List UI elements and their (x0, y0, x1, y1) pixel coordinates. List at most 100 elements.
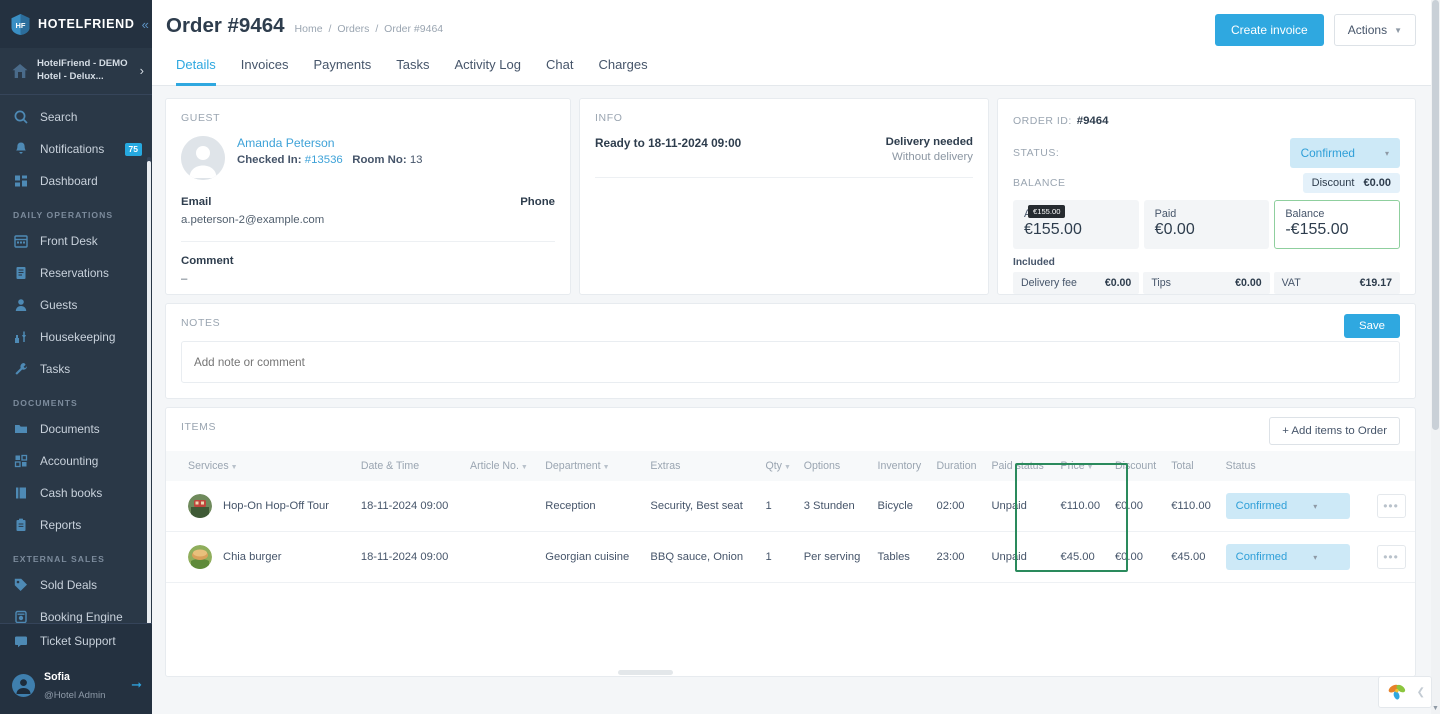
breadcrumb-current: Order #9464 (384, 23, 444, 35)
guest-phone-col: Phone (368, 196, 555, 226)
col-label: Duration (936, 460, 977, 472)
tag-icon (13, 577, 29, 593)
sidebar-item-sold-deals[interactable]: Sold Deals (0, 569, 152, 601)
col-article-no[interactable]: Article No. ▼ (466, 451, 542, 481)
widget-flower-icon (1388, 684, 1406, 700)
top-actions: Create invoice Actions ▼ (1215, 14, 1416, 46)
hotel-selector[interactable]: HotelFriend - DEMO Hotel - Delux... › (0, 48, 152, 95)
cell-menu: ••• (1372, 531, 1415, 583)
service-thumbnail-icon (188, 545, 212, 569)
page-scrollbar[interactable]: ▼ (1431, 0, 1440, 714)
tab-chat[interactable]: Chat (546, 57, 573, 86)
balance-box-value: -€155.00 (1285, 221, 1349, 238)
breadcrumb-orders[interactable]: Orders (337, 23, 369, 35)
sidebar-item-label: Booking Engine (40, 610, 123, 623)
sidebar-item-label: Ticket Support (40, 634, 116, 648)
tab-payments[interactable]: Payments (313, 57, 371, 86)
table-row: Chia burger 18-11-2024 09:00 Georgian cu… (166, 531, 1415, 583)
sidebar-item-dashboard[interactable]: Dashboard (0, 165, 152, 197)
scroll-down-arrow-icon[interactable]: ▼ (1431, 703, 1440, 714)
sidebar-item-label: Reports (40, 518, 82, 532)
items-card: ITEMS + Add items to Order Services ▼ Dat… (165, 407, 1416, 677)
row-status-value: Confirmed (1235, 551, 1288, 563)
col-services[interactable]: Services ▼ (166, 451, 357, 481)
info-divider (595, 177, 973, 178)
tab-details[interactable]: Details (176, 57, 216, 86)
sidebar-item-notifications[interactable]: Notifications 75 (0, 133, 152, 165)
included-label-text: Delivery fee (1021, 277, 1077, 289)
sidebar-item-guests[interactable]: Guests (0, 289, 152, 321)
items-horizontal-scrollbar[interactable] (618, 670, 673, 675)
row-menu-button[interactable]: ••• (1376, 494, 1406, 518)
widget-collapse-icon[interactable]: ❮ (1417, 687, 1431, 698)
sort-caret-icon: ▼ (602, 464, 610, 471)
col-extras: Extras (646, 451, 762, 481)
sidebar-scrollbar-thumb[interactable] (147, 161, 151, 623)
sidebar-item-housekeeping[interactable]: Housekeeping (0, 321, 152, 353)
page-scrollbar-thumb[interactable] (1432, 0, 1439, 430)
breadcrumb-home[interactable]: Home (295, 23, 323, 35)
sidebar-user[interactable]: Sofia @Hotel Admin ➞ (0, 658, 152, 714)
tab-charges[interactable]: Charges (598, 57, 647, 86)
support-widget[interactable]: ❮ (1378, 676, 1432, 708)
sidebar-item-front-desk[interactable]: Front Desk (0, 225, 152, 257)
order-status-value: Confirmed (1300, 146, 1355, 160)
note-input[interactable] (181, 341, 1400, 383)
sidebar-item-ticket-support[interactable]: Ticket Support (0, 624, 152, 658)
col-status: Status (1221, 451, 1373, 481)
sidebar-item-label: Reservations (40, 266, 109, 280)
home-icon (11, 62, 29, 80)
included-label-text: Tips (1151, 277, 1171, 289)
sidebar-item-label: Cash books (40, 486, 103, 500)
sort-caret-icon: ▼ (1086, 464, 1094, 471)
discount-pill[interactable]: Discount €0.00 (1302, 172, 1400, 193)
sidebar-item-cash-books[interactable]: Cash books (0, 477, 152, 509)
col-qty[interactable]: Qty ▼ (761, 451, 800, 481)
tab-tasks[interactable]: Tasks (396, 57, 429, 86)
guest-divider (181, 241, 555, 242)
row-status-dropdown[interactable]: Confirmed ▾ (1225, 544, 1350, 570)
sidebar-nav: Search Notifications 75 Dashboard DAILY … (0, 95, 152, 623)
tab-activity-log[interactable]: Activity Log (455, 57, 521, 86)
notifications-badge: 75 (124, 142, 142, 156)
included-label: Included (1013, 257, 1055, 268)
col-discount: Discount (1110, 451, 1168, 481)
sidebar-item-reservations[interactable]: Reservations (0, 257, 152, 289)
col-inventory: Inventory (873, 451, 933, 481)
guest-name-link[interactable]: Amanda Peterson (237, 136, 423, 150)
row-status-dropdown[interactable]: Confirmed ▾ (1225, 493, 1350, 519)
col-department[interactable]: Department ▼ (541, 451, 647, 481)
col-price[interactable]: Price ▼ (1056, 451, 1111, 481)
sidebar-item-search[interactable]: Search (0, 101, 152, 133)
row-menu-button[interactable]: ••• (1376, 545, 1406, 569)
actions-button[interactable]: Actions ▼ (1333, 14, 1416, 46)
app-root: HF HOTELFRIEND « HotelFriend - DEMO Hote… (0, 0, 1440, 714)
save-button[interactable]: Save (1344, 314, 1400, 338)
add-items-to-order-button[interactable]: + Add items to Order (1269, 417, 1400, 445)
sidebar-item-reports[interactable]: Reports (0, 509, 152, 541)
cell-options: 3 Stunden (799, 481, 874, 532)
sidebar-item-tasks[interactable]: Tasks (0, 353, 152, 385)
breadcrumb-separator: / (375, 23, 379, 35)
cell-duration: 23:00 (932, 531, 988, 583)
logout-icon[interactable]: ➞ (131, 677, 142, 693)
checked-in-id[interactable]: #13536 (305, 154, 343, 166)
create-invoice-button[interactable]: Create invoice (1215, 14, 1324, 46)
breadcrumb: Home / Orders / Order #9464 (295, 23, 444, 35)
tab-invoices[interactable]: Invoices (241, 57, 289, 86)
book-icon (13, 485, 29, 501)
email-label: Email (181, 196, 212, 208)
actions-label: Actions (1347, 23, 1388, 37)
tab-bar: Details Invoices Payments Tasks Activity… (166, 57, 1418, 86)
delivery-subtitle: Without delivery (891, 151, 973, 163)
sidebar-item-booking-engine[interactable]: Booking Engine (0, 601, 152, 623)
included-label-text: VAT (1281, 277, 1301, 289)
sidebar-item-documents[interactable]: Documents (0, 413, 152, 445)
items-label: ITEMS (181, 421, 217, 433)
sidebar-item-accounting[interactable]: Accounting (0, 445, 152, 477)
cell-datetime: 18-11-2024 09:00 (356, 531, 467, 583)
cell-qty: 1 (761, 481, 800, 532)
amount-tooltip: €155.00 (1028, 205, 1066, 218)
double-chevron-left-icon[interactable]: « (142, 17, 149, 32)
order-status-dropdown[interactable]: Confirmed ▾ (1289, 138, 1400, 168)
